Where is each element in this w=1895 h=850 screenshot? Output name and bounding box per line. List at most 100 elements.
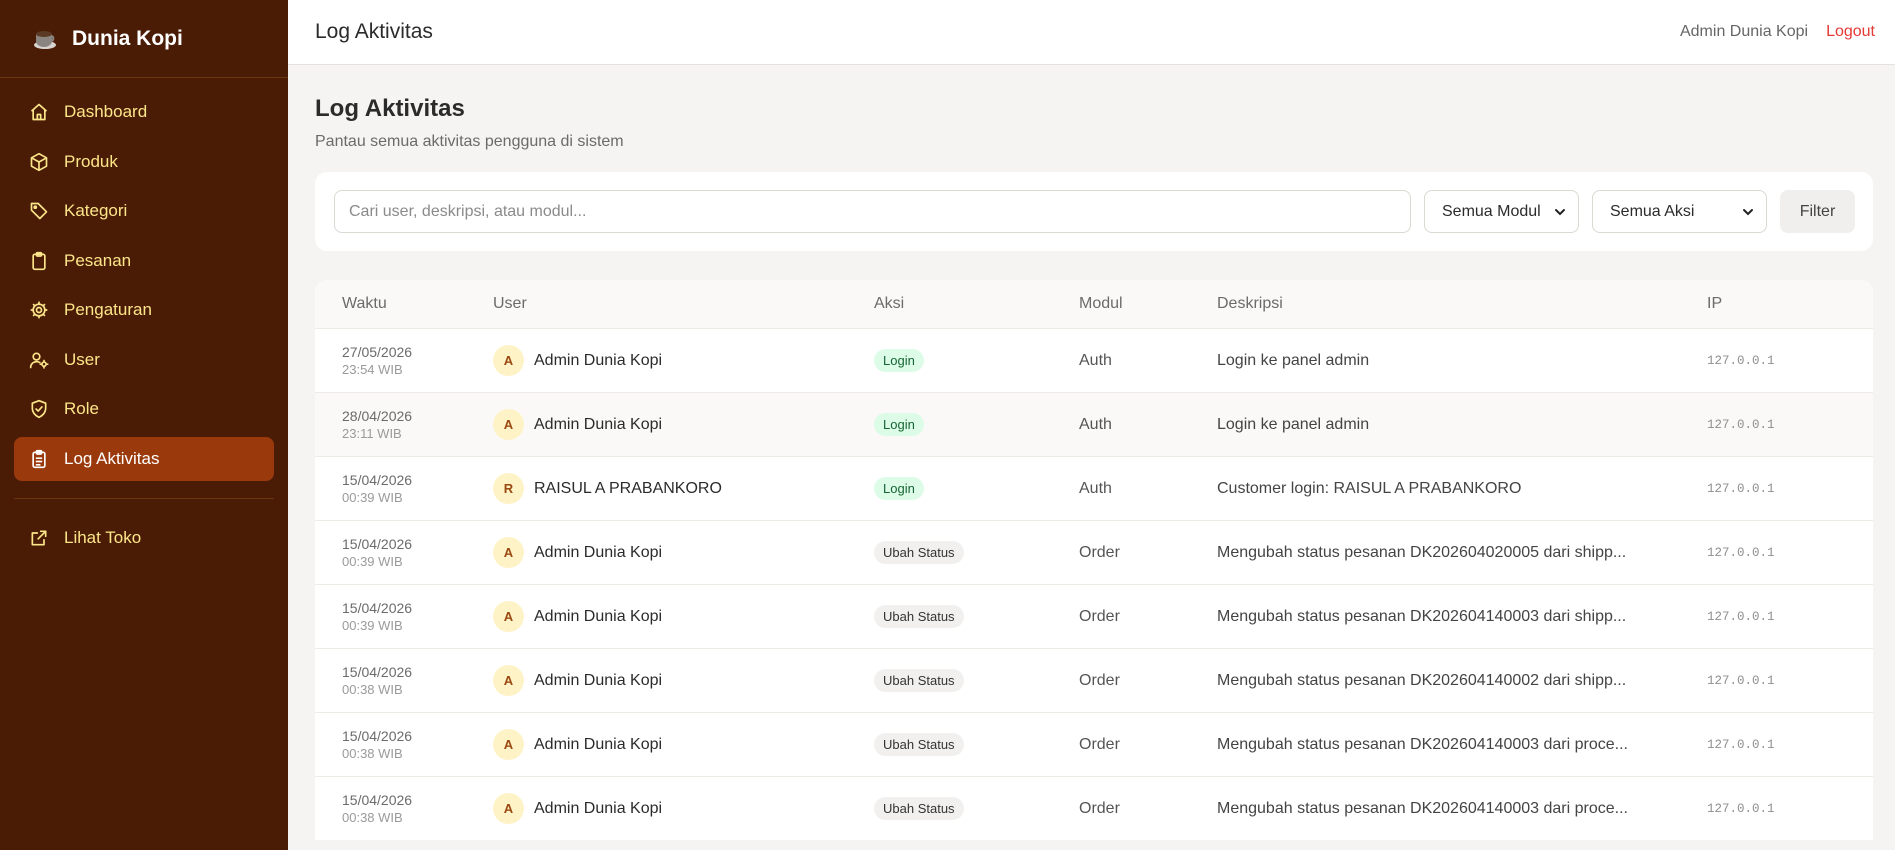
log-date: 15/04/2026 bbox=[342, 792, 413, 808]
table-row: 15/04/2026 00:38 WIB A Admin Dunia Kopi … bbox=[315, 648, 1873, 712]
sidebar-nav: Dashboard Produk Kategori Pesanan Pengat… bbox=[0, 78, 288, 481]
filter-button[interactable]: Filter bbox=[1780, 190, 1855, 233]
log-date: 15/04/2026 bbox=[342, 728, 413, 744]
sidebar-item-pengaturan[interactable]: Pengaturan bbox=[14, 288, 274, 332]
time-cell: 15/04/2026 00:39 WIB bbox=[315, 600, 493, 633]
avatar: A bbox=[493, 345, 524, 376]
chevron-down-icon bbox=[1544, 206, 1566, 218]
description-cell: Mengubah status pesanan DK202604140003 d… bbox=[1217, 735, 1628, 753]
aksi-cell: Ubah Status bbox=[874, 541, 1079, 564]
brand[interactable]: Dunia Kopi bbox=[0, 0, 288, 78]
time-cell: 15/04/2026 00:38 WIB bbox=[315, 792, 493, 825]
user-cell: A Admin Dunia Kopi bbox=[493, 537, 874, 568]
sidebar-item-label: Lihat Toko bbox=[64, 527, 142, 547]
sidebar-item-kategori[interactable]: Kategori bbox=[14, 189, 274, 233]
shield-check-icon bbox=[28, 398, 50, 420]
ip-cell: 127.0.0.1 bbox=[1707, 673, 1775, 688]
user-cell: A Admin Dunia Kopi bbox=[493, 793, 874, 824]
ip-cell: 127.0.0.1 bbox=[1707, 801, 1775, 816]
sidebar-item-user[interactable]: User bbox=[14, 338, 274, 382]
table-row: 15/04/2026 00:39 WIB A Admin Dunia Kopi … bbox=[315, 584, 1873, 648]
modul-cell: Auth bbox=[1079, 351, 1112, 369]
aksi-cell: Ubah Status bbox=[874, 669, 1079, 692]
sidebar-item-lihat-toko[interactable]: Lihat Toko bbox=[14, 516, 274, 560]
user-name: Admin Dunia Kopi bbox=[534, 671, 663, 689]
action-badge: Ubah Status bbox=[874, 541, 964, 564]
avatar: A bbox=[493, 601, 524, 632]
action-badge: Login bbox=[874, 349, 924, 372]
page-title: Log Aktivitas bbox=[315, 95, 465, 122]
avatar: A bbox=[493, 537, 524, 568]
aksi-cell: Login bbox=[874, 477, 1079, 500]
search-input[interactable] bbox=[334, 190, 1411, 233]
modul-cell: Order bbox=[1079, 671, 1120, 689]
action-badge: Ubah Status bbox=[874, 733, 964, 756]
sidebar-item-role[interactable]: Role bbox=[14, 387, 274, 431]
sidebar-item-label: Log Aktivitas bbox=[64, 448, 160, 468]
action-badge: Login bbox=[874, 413, 924, 436]
current-user-name: Admin Dunia Kopi bbox=[1679, 23, 1809, 40]
action-badge: Ubah Status bbox=[874, 669, 964, 692]
action-badge: Login bbox=[874, 477, 924, 500]
aksi-select-value: Semua Aksi bbox=[1610, 202, 1695, 220]
coffee-cup-icon bbox=[30, 24, 60, 54]
header-waktu: Waktu bbox=[342, 295, 387, 312]
sidebar-external: Lihat Toko bbox=[0, 516, 288, 560]
chevron-down-icon bbox=[1732, 206, 1754, 218]
header-ip: IP bbox=[1707, 295, 1723, 312]
modul-cell: Auth bbox=[1079, 415, 1112, 433]
table-row: 15/04/2026 00:38 WIB A Admin Dunia Kopi … bbox=[315, 776, 1873, 840]
time-cell: 15/04/2026 00:38 WIB bbox=[315, 664, 493, 697]
aksi-select[interactable]: Semua Aksi bbox=[1592, 190, 1767, 233]
user-name: Admin Dunia Kopi bbox=[534, 735, 663, 753]
sidebar: Dunia Kopi Dashboard Produk Kategori Pes… bbox=[0, 0, 288, 850]
sidebar-divider bbox=[14, 497, 274, 499]
main-content: Log Aktivitas Pantau semua aktivitas pen… bbox=[288, 65, 1895, 850]
description-cell: Login ke panel admin bbox=[1217, 415, 1370, 433]
log-time: 00:39 WIB bbox=[342, 618, 403, 633]
sidebar-item-label: Produk bbox=[64, 151, 118, 171]
table-row: 15/04/2026 00:39 WIB A Admin Dunia Kopi … bbox=[315, 520, 1873, 584]
time-cell: 15/04/2026 00:39 WIB bbox=[315, 536, 493, 569]
user-name: Admin Dunia Kopi bbox=[534, 351, 663, 369]
user-name: Admin Dunia Kopi bbox=[534, 607, 663, 625]
avatar: A bbox=[493, 793, 524, 824]
aksi-cell: Login bbox=[874, 413, 1079, 436]
modul-cell: Order bbox=[1079, 607, 1120, 625]
user-cell: A Admin Dunia Kopi bbox=[493, 729, 874, 760]
time-cell: 15/04/2026 00:38 WIB bbox=[315, 728, 493, 761]
table-row: 15/04/2026 00:38 WIB A Admin Dunia Kopi … bbox=[315, 712, 1873, 776]
sidebar-item-label: Pesanan bbox=[64, 250, 132, 270]
user-cell: R RAISUL A PRABANKORO bbox=[493, 473, 874, 504]
log-time: 23:11 WIB bbox=[342, 426, 402, 441]
log-date: 27/05/2026 bbox=[342, 344, 413, 360]
modul-select-value: Semua Modul bbox=[1442, 202, 1541, 220]
sidebar-item-label: Pengaturan bbox=[64, 300, 152, 319]
sidebar-item-label: Role bbox=[64, 399, 99, 418]
log-date: 15/04/2026 bbox=[342, 664, 413, 680]
log-date: 15/04/2026 bbox=[342, 536, 413, 552]
log-time: 00:38 WIB bbox=[342, 810, 403, 825]
clipboard-list-icon bbox=[28, 448, 50, 470]
log-time: 00:38 WIB bbox=[342, 746, 403, 761]
log-time: 23:54 WIB bbox=[342, 362, 403, 377]
description-cell: Mengubah status pesanan DK202604140003 d… bbox=[1217, 799, 1628, 817]
tag-icon bbox=[28, 200, 50, 222]
box-icon bbox=[28, 151, 50, 173]
modul-select[interactable]: Semua Modul bbox=[1424, 190, 1579, 233]
logout-link[interactable]: Logout bbox=[1826, 23, 1875, 41]
user-name: Admin Dunia Kopi bbox=[534, 543, 663, 561]
avatar: A bbox=[493, 665, 524, 696]
sidebar-item-dashboard[interactable]: Dashboard bbox=[14, 90, 274, 134]
table-header: Waktu User Aksi Modul Deskripsi IP bbox=[315, 280, 1873, 328]
ip-cell: 127.0.0.1 bbox=[1707, 481, 1775, 496]
sidebar-item-pesanan[interactable]: Pesanan bbox=[14, 239, 274, 283]
table-row: 28/04/2026 23:11 WIB A Admin Dunia Kopi … bbox=[315, 392, 1873, 456]
sidebar-item-produk[interactable]: Produk bbox=[14, 140, 274, 184]
filter-bar: Semua Modul Semua Aksi Filter bbox=[315, 172, 1873, 251]
modul-cell: Order bbox=[1079, 735, 1120, 753]
user-name: Admin Dunia Kopi bbox=[534, 799, 663, 817]
sidebar-item-log-aktivitas[interactable]: Log Aktivitas bbox=[14, 436, 274, 481]
log-date: 15/04/2026 bbox=[342, 600, 413, 616]
modul-cell: Auth bbox=[1079, 479, 1112, 497]
